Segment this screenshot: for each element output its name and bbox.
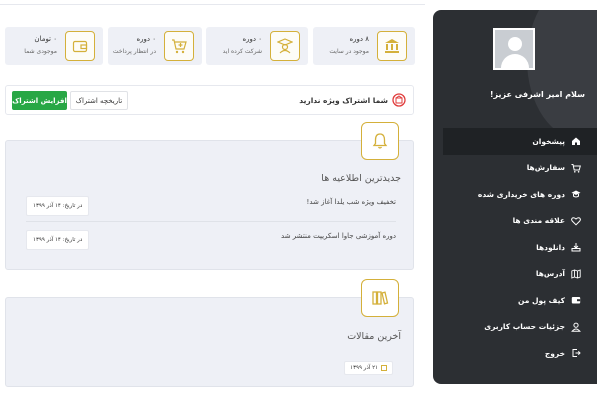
notification-divider [26,221,396,222]
sidebar-item-wallet[interactable]: کیف پول من [433,287,597,314]
upgrade-subscription-button[interactable]: افزایش اشتراک [12,91,67,110]
sidebar-item-downloads[interactable]: دانلودها [433,234,597,261]
user-profile: سلام امیر اشرفی عزیز! [433,10,597,120]
sidebar-item-label: خروج [544,348,565,358]
heart-icon [571,216,581,226]
sidebar-item-addresses[interactable]: آدرس‌ها [433,261,597,288]
sidebar-item-label: کیف پول من [518,295,565,305]
article-date-text: ۲۱ آذر ۱۳۹۹ [350,365,378,371]
stat-caption: شرکت کرده اید [222,48,262,55]
stat-value: ۰ تومان [34,35,57,43]
notification-date: در تاریخ: ۱۴ آذر ۱۳۹۹ [26,230,90,250]
sidebar-item-dashboard[interactable]: پیشخوان [443,128,597,155]
subscription-bar: شما اشتراک ویژه ندارید تاریخچه اشتراک اف… [5,85,414,115]
user-icon [571,322,581,332]
sidebar-item-label: دانلودها [536,242,565,252]
sidebar-item-label: علاقه مندی ها [512,216,565,226]
notifications-panel: جدیدترین اطلاعیه ها تخفیف ویژه شب یلدا آ… [5,140,414,270]
stat-card-pending: ۰ دوره در انتظار پرداخت [108,27,202,65]
stat-caption: موجودی شما [24,48,57,55]
stat-card-courses: ۸ دوره موجود در سایت [313,27,415,65]
sidebar-item-label: آدرس‌ها [535,269,565,279]
sidebar: سلام امیر اشرفی عزیز! پیشخوان سفارش‌ها د… [433,10,597,384]
articles-panel: آخرین مقالات ۲۱ آذر ۱۳۹۹ [5,297,414,387]
sidebar-item-wishlist[interactable]: علاقه مندی ها [433,208,597,235]
cart-plus-icon [164,31,194,61]
bank-icon [377,31,407,61]
bell-icon [361,122,399,160]
stat-card-balance: ۰ تومان موجودی شما [5,27,103,65]
stat-caption: در انتظار پرداخت [112,48,156,55]
user-greeting: سلام امیر اشرفی عزیز! [489,90,585,99]
articles-title: آخرین مقالات [347,331,401,342]
no-subscription-icon [392,93,406,107]
notification-item[interactable]: دوره آموزشی جاوا اسکریپت منتشر شد در تار… [26,230,396,252]
logout-icon [571,348,581,358]
stat-value: ۰ دوره [136,35,156,43]
top-divider [0,4,425,5]
stat-caption: موجود در سایت [329,48,369,55]
sidebar-menu: پیشخوان سفارش‌ها دوره های خریداری شده عل… [433,128,597,367]
books-icon [361,279,399,317]
wallet-icon [65,31,95,61]
sidebar-item-orders[interactable]: سفارش‌ها [433,155,597,182]
notification-text: تخفیف ویژه شب یلدا آغاز شد! [306,198,396,206]
notifications-title: جدیدترین اطلاعیه ها [321,173,401,184]
sidebar-item-label: سفارش‌ها [526,163,565,173]
avatar[interactable] [493,28,535,70]
cart-icon [571,163,581,173]
notification-item[interactable]: تخفیف ویژه شب یلدا آغاز شد! در تاریخ: ۱۴… [26,196,396,218]
subscription-history-button[interactable]: تاریخچه اشتراک [70,91,128,110]
sidebar-item-account-details[interactable]: جزئیات حساب کاربری [433,314,597,341]
map-icon [571,269,581,279]
home-icon [571,136,581,146]
sidebar-item-logout[interactable]: خروج [433,340,597,367]
subscription-status: شما اشتراک ویژه ندارید [299,96,388,105]
stat-card-enrolled: ۰ دوره شرکت کرده اید [206,27,308,65]
notification-date: در تاریخ: ۱۴ آذر ۱۳۹۹ [26,196,90,216]
stat-value: ۸ دوره [349,35,369,43]
calendar-icon [381,365,387,371]
stat-value: ۰ دوره [242,35,262,43]
sidebar-item-purchased-courses[interactable]: دوره های خریداری شده [433,181,597,208]
student-icon [270,31,300,61]
download-icon [571,242,581,252]
notification-text: دوره آموزشی جاوا اسکریپت منتشر شد [281,232,396,240]
graduation-cap-icon [571,189,581,199]
sidebar-item-label: دوره های خریداری شده [477,189,565,199]
sidebar-item-label: جزئیات حساب کاربری [484,322,565,332]
article-date: ۲۱ آذر ۱۳۹۹ [344,361,393,375]
sidebar-item-label: پیشخوان [532,136,565,146]
wallet-icon [571,295,581,305]
